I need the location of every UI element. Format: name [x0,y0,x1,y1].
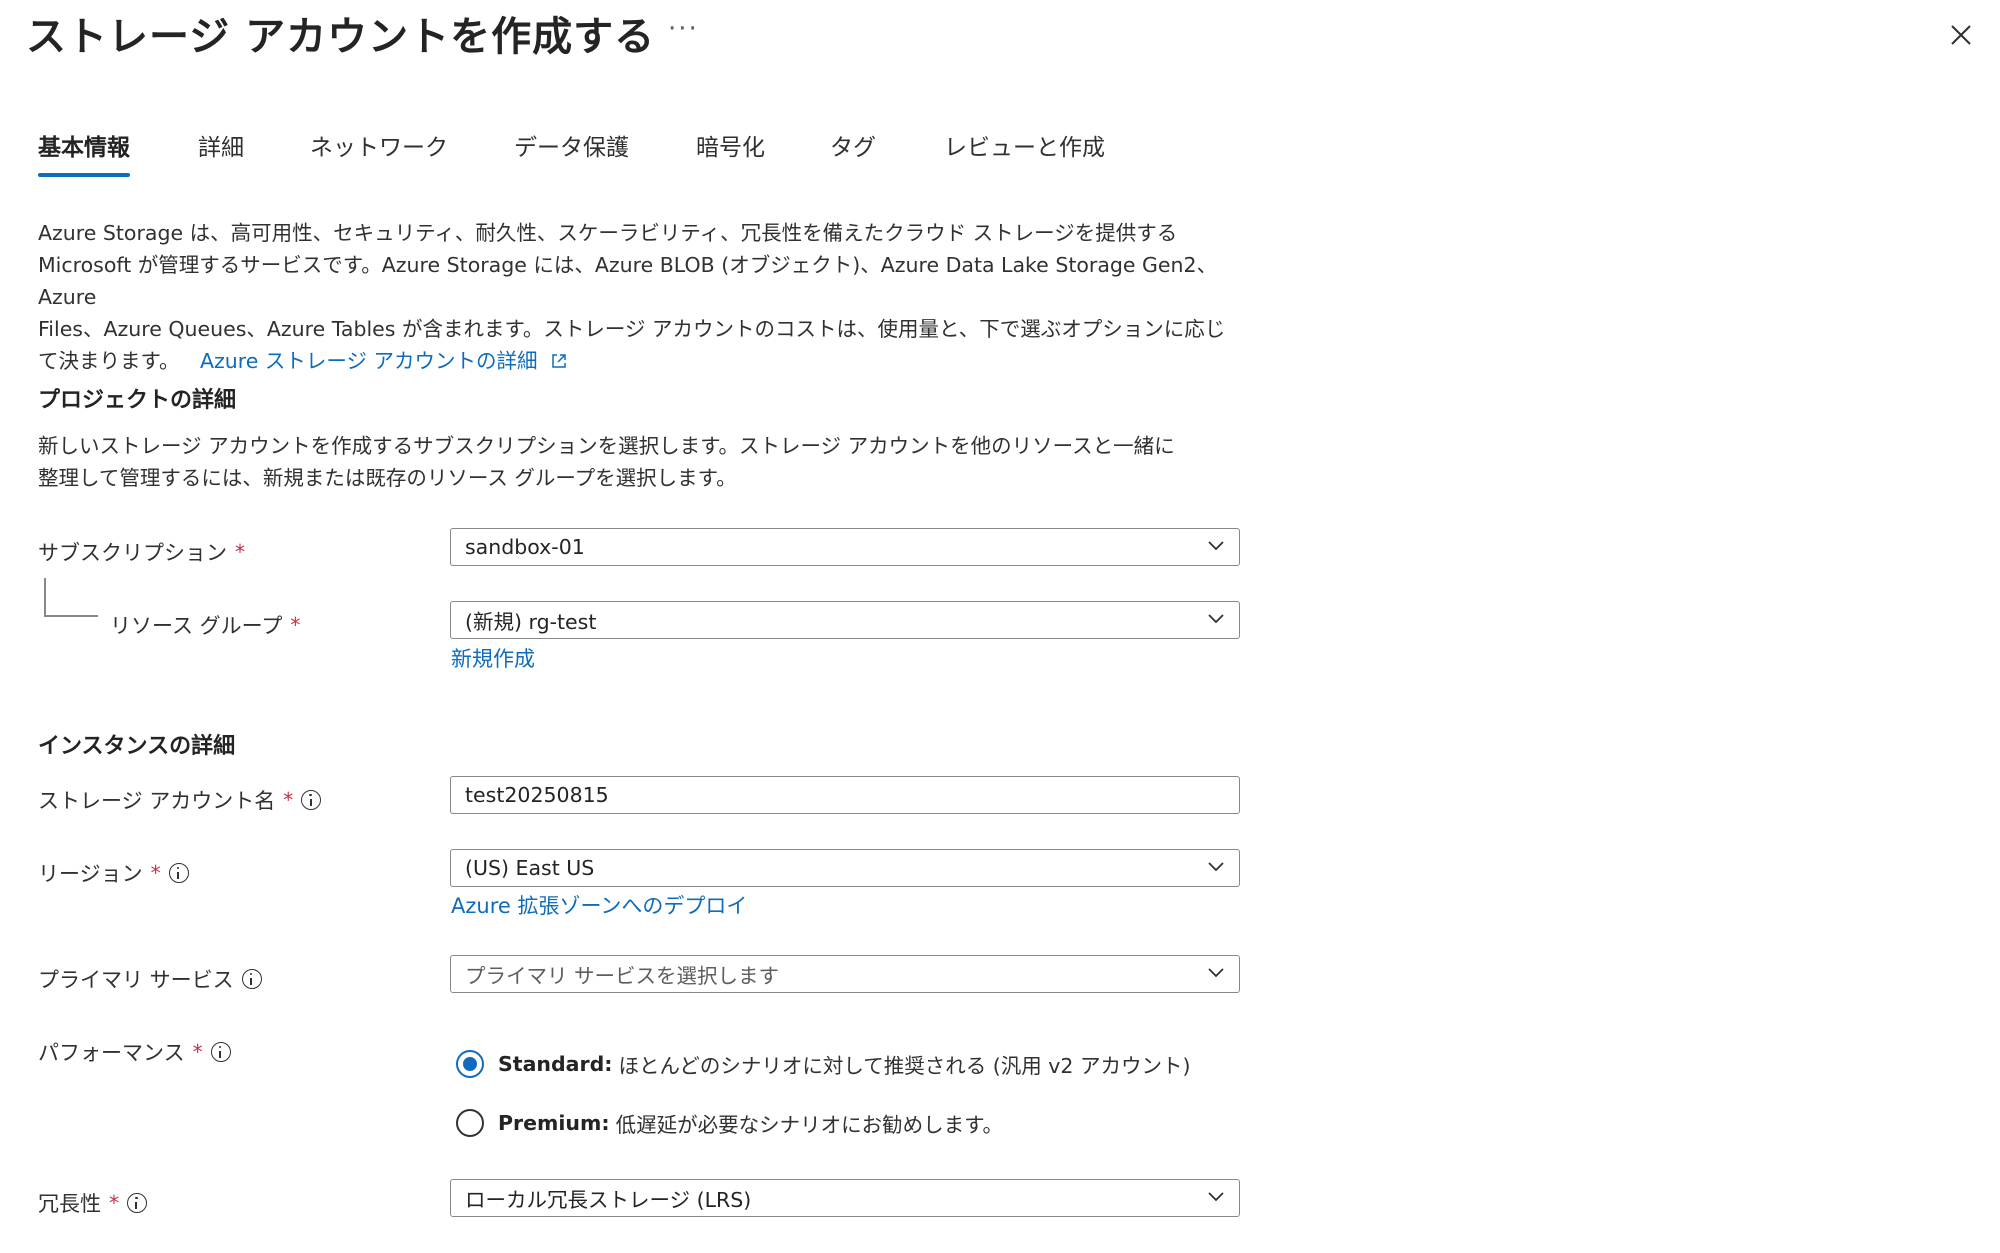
info-icon[interactable] [241,969,262,989]
active-tab-indicator [38,173,130,177]
project-desc-line: 新しいストレージ アカウントを作成するサブスクリプションを選択します。ストレージ… [38,434,1175,458]
create-new-resource-group-link[interactable]: 新規作成 [451,643,535,673]
region-dropdown[interactable]: (US) East US [450,849,1240,887]
tab-encryption[interactable]: 暗号化 [696,128,765,162]
account-name-label: ストレージ アカウント名 * [38,785,322,815]
resource-group-label: リソース グループ * [110,610,300,640]
redundancy-label: 冗長性 * [38,1188,147,1218]
required-asterisk: * [150,861,161,885]
performance-standard-option[interactable]: Standard: ほとんどのシナリオに対して推奨される (汎用 v2 アカウン… [456,1049,1190,1079]
standard-bold-label: Standard: [498,1052,613,1076]
resource-group-label-text: リソース グループ [110,614,283,638]
info-icon[interactable] [210,1042,231,1062]
primary-service-label-text: プライマリ サービス [38,968,234,992]
radio-standard[interactable] [456,1050,484,1078]
chevron-down-icon [1208,541,1224,551]
required-asterisk: * [283,788,294,812]
intro-description: Azure Storage は、高可用性、セキュリティ、耐久性、スケーラビリティ… [38,217,1258,377]
intro-line-text: て決まります。 [38,349,180,373]
project-desc-line: 整理して管理するには、新規または既存のリソース グループを選択します。 [38,466,737,490]
required-asterisk: * [109,1191,119,1215]
account-name-label-text: ストレージ アカウント名 [38,789,276,813]
intro-line: て決まります。 Azure ストレージ アカウントの詳細 [38,345,1258,377]
primary-service-dropdown[interactable]: プライマリ サービスを選択します [450,955,1240,993]
page-title: ストレージ アカウントを作成する [26,14,656,60]
info-icon[interactable] [301,790,322,810]
performance-label: パフォーマンス * [38,1037,231,1067]
account-name-input[interactable]: test20250815 [450,776,1240,814]
project-description: 新しいストレージ アカウントを作成するサブスクリプションを選択します。ストレージ… [38,430,1258,494]
account-name-value: test20250815 [465,783,609,807]
chevron-down-icon [1208,968,1224,978]
standard-description: ほとんどのシナリオに対して推奨される (汎用 v2 アカウント) [618,1054,1191,1078]
external-link-icon [552,354,566,368]
required-asterisk: * [192,1040,203,1064]
edge-zone-link[interactable]: Azure 拡張ゾーンへのデプロイ [451,890,747,920]
close-icon [1951,25,1971,45]
resource-group-value: (新規) rg-test [465,610,597,634]
subscription-label-text: サブスクリプション [38,541,227,565]
region-label: リージョン * [38,858,189,888]
chevron-down-icon [1208,614,1224,624]
learn-more-link-text: Azure ストレージ アカウントの詳細 [199,349,538,373]
tab-tags[interactable]: タグ [830,128,876,162]
project-details-heading: プロジェクトの詳細 [38,388,237,413]
tab-basics[interactable]: 基本情報 [38,128,130,162]
chevron-down-icon [1208,862,1224,872]
info-icon[interactable] [127,1193,147,1213]
intro-line: Files、Azure Queues、Azure Tables が含まれます。ス… [38,317,1226,341]
redundancy-value: ローカル冗長ストレージ (LRS) [465,1188,752,1212]
premium-bold-label: Premium: [498,1111,610,1135]
intro-line: Microsoft が管理するサービスです。Azure Storage には、A… [38,253,1218,309]
tab-data-protection[interactable]: データ保護 [514,128,629,162]
learn-more-link[interactable]: Azure ストレージ アカウントの詳細 [200,349,568,373]
close-button[interactable] [1946,20,1976,50]
radio-premium[interactable] [456,1109,484,1137]
performance-premium-option[interactable]: Premium: 低遅延が必要なシナリオにお勧めします。 [456,1108,1003,1138]
instance-details-heading: インスタンスの詳細 [38,734,236,759]
premium-description: 低遅延が必要なシナリオにお勧めします。 [615,1113,1004,1137]
redundancy-label-text: 冗長性 [38,1192,101,1216]
info-icon[interactable] [168,863,189,883]
required-asterisk: * [290,613,301,637]
tab-review-create[interactable]: レビューと作成 [944,128,1105,162]
chevron-down-icon [1208,1192,1224,1202]
performance-label-text: パフォーマンス [38,1041,185,1065]
region-value: (US) East US [465,856,595,880]
tree-connector-vertical [44,578,46,616]
region-label-text: リージョン [38,862,143,886]
required-asterisk: * [235,540,245,564]
tab-advanced[interactable]: 詳細 [198,128,244,162]
resource-group-dropdown[interactable]: (新規) rg-test [450,601,1240,639]
subscription-label: サブスクリプション * [38,537,245,567]
intro-line: Azure Storage は、高可用性、セキュリティ、耐久性、スケーラビリティ… [38,221,1178,245]
subscription-dropdown[interactable]: sandbox-01 [450,528,1240,566]
tab-networking[interactable]: ネットワーク [310,128,448,162]
primary-service-placeholder: プライマリ サービスを選択します [465,964,780,988]
subscription-value: sandbox-01 [465,535,585,559]
redundancy-dropdown[interactable]: ローカル冗長ストレージ (LRS) [450,1179,1240,1217]
tree-connector-horizontal [44,615,98,617]
more-options-button[interactable]: ··· [668,14,699,44]
primary-service-label: プライマリ サービス [38,964,262,994]
